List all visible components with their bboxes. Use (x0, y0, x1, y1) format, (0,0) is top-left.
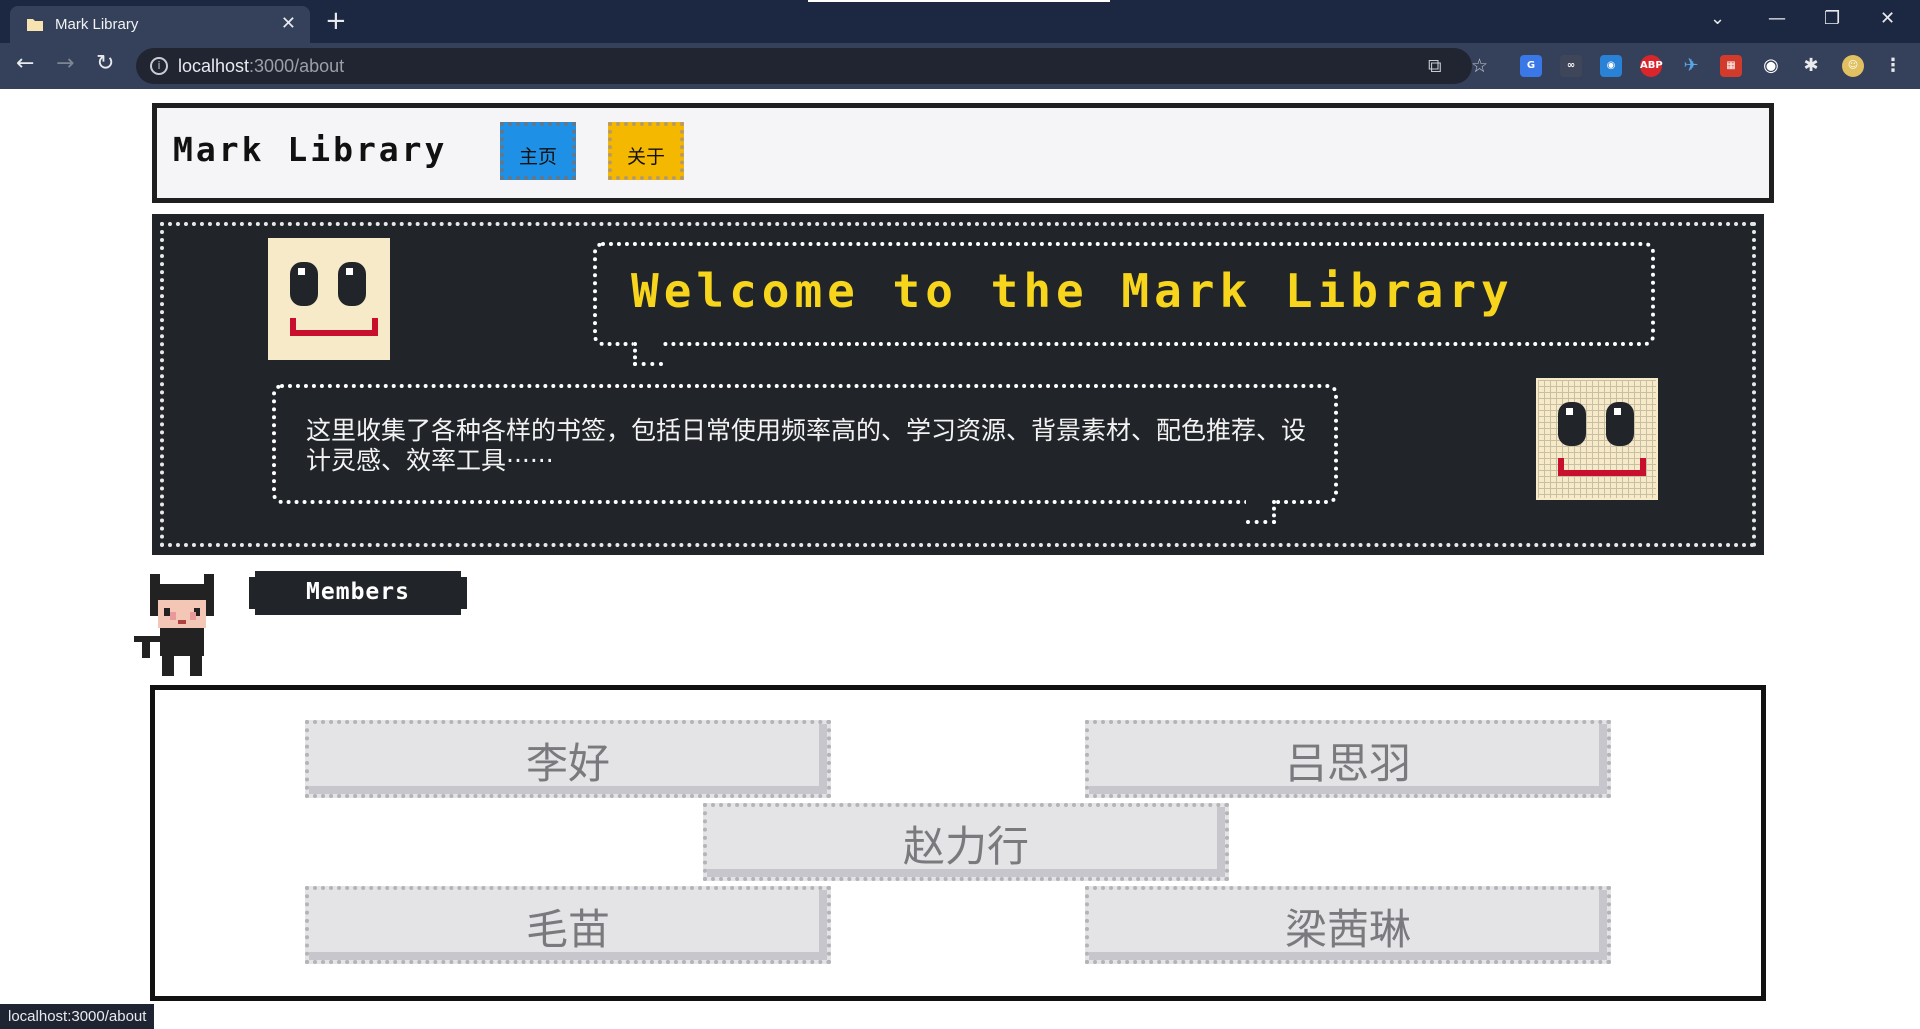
tab-title: Mark Library (55, 16, 139, 33)
browser-toolbar: ← → ↻ i localhost:3000/about ⧉ ☆ (0, 43, 1920, 89)
address-bar[interactable]: i localhost:3000/about ⧉ ☆ (136, 48, 1488, 84)
back-icon[interactable]: ← (16, 53, 34, 75)
browser-titlebar: Mark Library ✕ + ⌄ — ❐ ✕ (0, 0, 1920, 43)
translate-icon[interactable]: ⧉ (1428, 55, 1442, 77)
bubble-tail (633, 342, 663, 366)
game-extension-icon[interactable]: ▦ (1720, 55, 1742, 77)
extension-icon[interactable]: ◉ (1600, 55, 1622, 77)
avatar[interactable]: ☺ (1842, 55, 1864, 77)
browser-tab[interactable]: Mark Library ✕ (10, 6, 310, 43)
url-text[interactable]: localhost:3000/about (178, 56, 344, 77)
reload-icon[interactable]: ↻ (96, 53, 114, 75)
new-tab-icon[interactable]: + (325, 8, 347, 34)
adblock-extension-icon[interactable]: ABP (1640, 55, 1663, 77)
site-logo[interactable]: Mark Library (173, 130, 447, 169)
members-list: 李好 吕思羽 赵力行 毛苗 梁茜琳 (150, 685, 1766, 1001)
member-card[interactable]: 李好 (305, 720, 831, 798)
hero-banner: Welcome to the Mark Library 这里收集了各种各样的书签… (152, 214, 1764, 555)
circle-extension-icon[interactable]: ◉ (1760, 55, 1782, 77)
member-card[interactable]: 毛苗 (305, 886, 831, 964)
info-icon[interactable]: i (150, 57, 168, 75)
minimize-icon[interactable]: — (1768, 8, 1786, 29)
tab-strip-indicator-light (808, 0, 1110, 2)
smiley-icon (268, 238, 390, 360)
close-icon[interactable]: ✕ (281, 13, 296, 34)
bubble-tail (1246, 500, 1276, 524)
puzzle-icon[interactable]: ✱ (1800, 55, 1822, 77)
status-bar-url: localhost:3000/about (0, 1004, 155, 1029)
bookmark-star-icon[interactable]: ☆ (1471, 55, 1488, 77)
pixel-smiley-icon (1536, 378, 1658, 500)
welcome-title: Welcome to the Mark Library (631, 264, 1514, 318)
about-button[interactable]: 关于 (608, 122, 684, 180)
restore-icon[interactable]: ❐ (1824, 8, 1840, 29)
member-card[interactable]: 赵力行 (703, 803, 1229, 881)
window-close-icon[interactable]: ✕ (1880, 8, 1895, 29)
site-description: 这里收集了各种各样的书签，包括日常使用频率高的、学习资源、背景素材、配色推荐、设… (306, 416, 1307, 475)
site-header: Mark Library 主页 关于 (152, 103, 1774, 203)
more-menu-icon[interactable]: ⋮ (1882, 55, 1904, 77)
tab-search-icon[interactable]: ⌄ (1710, 8, 1725, 29)
folder-icon (27, 19, 43, 31)
translate-extension-icon[interactable]: G (1520, 55, 1542, 77)
forward-icon[interactable]: → (56, 53, 74, 75)
member-card[interactable]: 梁茜琳 (1085, 886, 1611, 964)
welcome-bubble: Welcome to the Mark Library (593, 242, 1655, 366)
members-heading: Members (249, 571, 467, 615)
ghost-extension-icon[interactable]: ∞ (1560, 55, 1582, 77)
plane-extension-icon[interactable]: ✈ (1680, 55, 1702, 77)
octocat-icon (134, 574, 214, 676)
member-card[interactable]: 吕思羽 (1085, 720, 1611, 798)
description-bubble: 这里收集了各种各样的书签，包括日常使用频率高的、学习资源、背景素材、配色推荐、设… (272, 384, 1338, 524)
home-button[interactable]: 主页 (500, 122, 576, 180)
